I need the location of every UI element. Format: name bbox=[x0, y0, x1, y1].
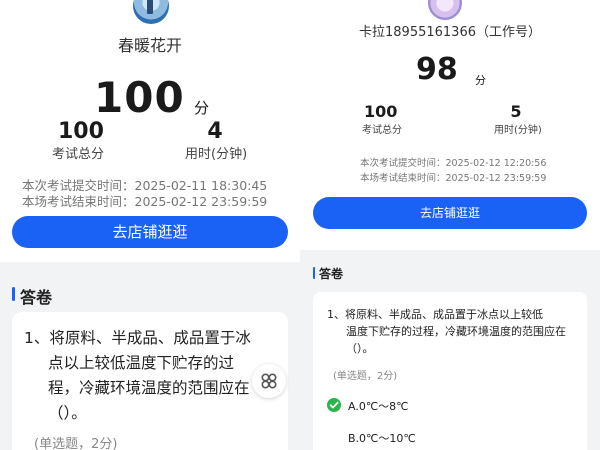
visit-shop-button[interactable]: 去店铺逛逛 bbox=[313, 197, 587, 229]
question-line-1: 1、将原料、半成品、成品置于冰 bbox=[24, 329, 251, 347]
answer-option-b[interactable]: B.0℃～10℃ bbox=[348, 430, 416, 446]
total-score-value: 100 bbox=[364, 102, 398, 121]
answer-section-title: 答卷 bbox=[319, 267, 344, 281]
user-avatar bbox=[133, 0, 169, 24]
question-line-1: 1、将原料、半成品、成品置于冰点以上较低 bbox=[327, 308, 543, 321]
question-type: (单选题，2分) bbox=[333, 371, 398, 382]
check-circle-icon bbox=[327, 398, 341, 412]
exam-score: 100 bbox=[94, 73, 185, 122]
question-line-2: 温度下贮存的过程，冷藏环境温度的范围应在 bbox=[346, 325, 566, 338]
exam-result-panel-left: 春暖花开 100 分 100 考试总分 4 用时(分钟) 本次考试提交时间：20… bbox=[0, 0, 300, 450]
section-accent-bar bbox=[12, 287, 15, 301]
exam-result-panel-right: 卡拉18955161366（工作号） 98 分 100 考试总分 5 用时(分钟… bbox=[300, 0, 600, 450]
question-type: (单选题，2分) bbox=[34, 437, 118, 450]
total-score-label: 考试总分 bbox=[362, 125, 402, 136]
clover-icon bbox=[261, 373, 277, 389]
exam-score: 98 bbox=[416, 52, 458, 87]
floating-action-button[interactable] bbox=[252, 364, 286, 398]
question-text: 1、将原料、半成品、成品置于冰 点以上较低温度下贮存的过 程，冷藏环境温度的范围… bbox=[24, 326, 274, 426]
answer-section-title: 答卷 bbox=[20, 288, 53, 307]
time-used-value: 5 bbox=[510, 102, 522, 121]
time-used-label: 用时(分钟) bbox=[494, 125, 542, 136]
score-unit: 分 bbox=[194, 99, 210, 117]
score-unit: 分 bbox=[475, 74, 486, 87]
user-nickname: 春暖花开 bbox=[117, 36, 182, 55]
question-line-3: 程，冷藏环境温度的范围应在 bbox=[48, 379, 250, 397]
section-accent-bar bbox=[313, 267, 315, 279]
answer-option-a[interactable]: A.0℃～8℃ bbox=[348, 398, 409, 414]
end-time-text: 本场考试结束时间：2025-02-12 23:59:59 bbox=[360, 173, 547, 184]
question-line-3: （）。 bbox=[346, 342, 374, 355]
time-used-label: 用时(分钟) bbox=[185, 147, 248, 162]
user-avatar bbox=[428, 0, 462, 20]
end-time-text: 本场考试结束时间：2025-02-12 23:59:59 bbox=[22, 194, 268, 209]
submit-time-text: 本次考试提交时间：2025-02-12 12:20:56 bbox=[360, 158, 547, 169]
total-score-value: 100 bbox=[58, 119, 104, 144]
question-line-2: 点以上较低温度下贮存的过 bbox=[48, 354, 235, 372]
question-line-4: （）。 bbox=[48, 404, 87, 422]
question-text: 1、将原料、半成品、成品置于冰点以上较低 温度下贮存的过程，冷藏环境温度的范围应… bbox=[327, 306, 577, 357]
visit-shop-button[interactable]: 去店铺逛逛 bbox=[12, 216, 288, 248]
user-nickname: 卡拉18955161366（工作号） bbox=[359, 25, 541, 40]
time-used-value: 4 bbox=[207, 119, 223, 144]
total-score-label: 考试总分 bbox=[52, 147, 105, 162]
